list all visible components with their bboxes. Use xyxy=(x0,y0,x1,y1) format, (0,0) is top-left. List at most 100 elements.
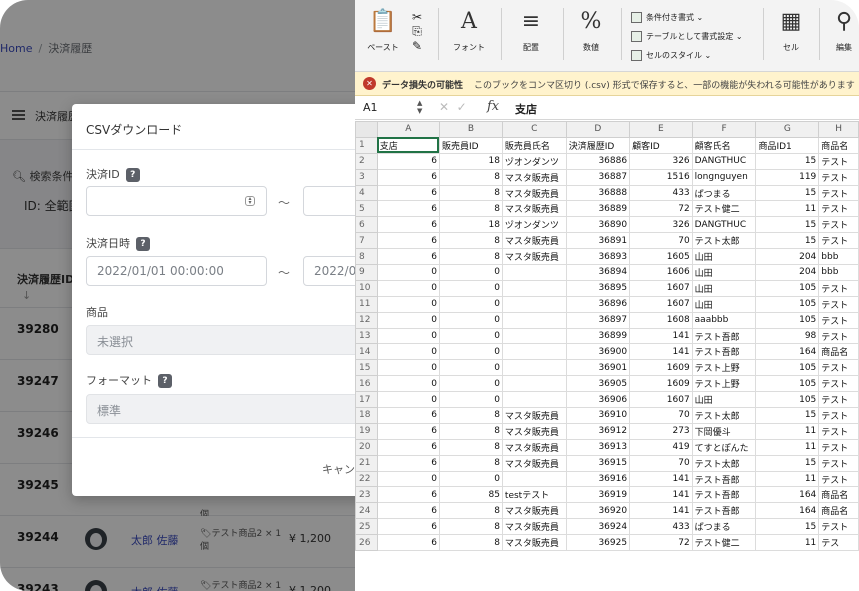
cell[interactable]: 36901 xyxy=(565,359,631,377)
cell[interactable]: ヅオンダンツ xyxy=(501,216,567,234)
cell[interactable]: 8 xyxy=(438,168,503,186)
font-button[interactable]: A フォント xyxy=(447,8,491,53)
cell[interactable]: 72 xyxy=(629,534,693,552)
cell[interactable]: テスト xyxy=(818,295,859,313)
cell[interactable]: 36920 xyxy=(565,502,631,520)
column-header[interactable]: F xyxy=(691,121,757,138)
cell[interactable]: テスト吾郎 xyxy=(691,470,757,488)
alignment-button[interactable]: ≡ 配置 xyxy=(509,8,553,53)
cell[interactable]: 6 xyxy=(376,502,440,520)
cell[interactable]: 1607 xyxy=(629,391,693,409)
row-header[interactable]: 5 xyxy=(355,200,378,218)
cell[interactable] xyxy=(501,359,567,377)
cell[interactable]: 36895 xyxy=(565,279,631,297)
cell[interactable]: ぱつまる xyxy=(691,518,757,536)
number-stepper-icon[interactable]: ▴ ▾ xyxy=(245,196,255,206)
cell[interactable]: 0 xyxy=(438,375,503,393)
cell[interactable]: 36889 xyxy=(565,200,631,218)
cell[interactable]: 0 xyxy=(376,391,440,409)
cell[interactable]: テスト太郎 xyxy=(691,407,757,424)
cut-copy-icons[interactable]: ✂ ⎘ ✎ xyxy=(405,10,429,53)
cell[interactable]: 販売員ID xyxy=(438,136,503,154)
cell[interactable]: 8 xyxy=(438,422,503,440)
cell[interactable]: 11 xyxy=(755,422,820,440)
cell[interactable]: 85 xyxy=(438,486,503,504)
help-icon[interactable]: ? xyxy=(125,168,140,182)
cell[interactable]: 36894 xyxy=(565,264,631,281)
row-header[interactable]: 2 xyxy=(355,152,378,170)
cell[interactable]: 8 xyxy=(438,438,503,456)
cell[interactable]: 36899 xyxy=(565,327,631,345)
row-header[interactable]: 23 xyxy=(355,486,378,504)
cell[interactable] xyxy=(501,375,567,393)
cell[interactable]: マスタ販売員 xyxy=(501,454,567,472)
cell[interactable]: 72 xyxy=(629,200,693,218)
row-header[interactable]: 12 xyxy=(355,311,378,329)
cell[interactable]: テスト xyxy=(818,200,859,218)
cell[interactable]: 顧客氏名 xyxy=(691,136,757,154)
row-header[interactable]: 19 xyxy=(355,422,378,440)
cell[interactable]: 119 xyxy=(755,168,820,186)
cell[interactable]: マスタ販売員 xyxy=(501,200,567,218)
cell[interactable]: 36893 xyxy=(565,248,631,266)
cell[interactable]: 8 xyxy=(438,518,503,536)
cell[interactable]: 0 xyxy=(438,279,503,297)
cell[interactable]: 6 xyxy=(376,232,440,250)
cell[interactable]: 0 xyxy=(376,327,440,345)
cell[interactable]: テスト xyxy=(818,454,859,472)
cell[interactable]: 6 xyxy=(376,438,440,456)
cell[interactable]: マスタ販売員 xyxy=(501,518,567,536)
edit-button[interactable]: ⚲ 編集 xyxy=(829,8,859,53)
cell[interactable]: テスト xyxy=(818,152,859,170)
cell[interactable]: 6 xyxy=(376,216,440,234)
cell[interactable]: 164 xyxy=(755,502,820,520)
cell[interactable]: マスタ販売員 xyxy=(501,407,567,424)
cell[interactable]: 36925 xyxy=(565,534,631,552)
row-header[interactable]: 1 xyxy=(355,136,378,154)
cell[interactable]: 36890 xyxy=(565,216,631,234)
cell[interactable]: 18 xyxy=(438,152,503,170)
cell[interactable]: 15 xyxy=(755,184,820,202)
cell[interactable]: 商品ID1 xyxy=(755,136,820,154)
cell[interactable]: 1607 xyxy=(629,295,693,313)
cell[interactable]: 105 xyxy=(755,359,820,377)
cell[interactable]: 36915 xyxy=(565,454,631,472)
cell[interactable]: 6 xyxy=(376,454,440,472)
cell[interactable]: 141 xyxy=(629,327,693,345)
cell[interactable]: 70 xyxy=(629,232,693,250)
cell[interactable]: 8 xyxy=(438,248,503,266)
row-header[interactable]: 4 xyxy=(355,184,378,202)
cell[interactable]: 15 xyxy=(755,232,820,250)
cell[interactable]: 105 xyxy=(755,311,820,329)
name-box[interactable]: A1 xyxy=(363,101,378,114)
cancel-button[interactable]: キャン xyxy=(322,461,355,477)
cell[interactable]: 商品名 xyxy=(818,343,859,361)
cell[interactable]: マスタ販売員 xyxy=(501,184,567,202)
cell[interactable]: マスタ販売員 xyxy=(501,502,567,520)
cell[interactable] xyxy=(501,279,567,297)
cell[interactable]: 15 xyxy=(755,216,820,234)
copy-icon[interactable]: ⎘ xyxy=(405,24,429,39)
cell[interactable]: テスト吾郎 xyxy=(691,343,757,361)
cell[interactable]: 0 xyxy=(376,264,440,281)
close-icon[interactable]: ✕ xyxy=(363,77,376,90)
cell[interactable]: 8 xyxy=(438,502,503,520)
cell[interactable]: 204 xyxy=(755,248,820,266)
cell[interactable]: 15 xyxy=(755,152,820,170)
cell[interactable]: マスタ販売員 xyxy=(501,422,567,440)
formula-input[interactable]: 支店 xyxy=(515,101,537,117)
cell[interactable]: 0 xyxy=(376,359,440,377)
cell[interactable]: 8 xyxy=(438,407,503,424)
cell[interactable]: 0 xyxy=(438,391,503,409)
cell[interactable]: てすとぽんた xyxy=(691,438,757,456)
cell[interactable]: 36919 xyxy=(565,486,631,504)
row-header[interactable]: 22 xyxy=(355,470,378,488)
cell[interactable]: 36905 xyxy=(565,375,631,393)
column-header[interactable]: H xyxy=(818,121,859,138)
cell[interactable]: 141 xyxy=(629,470,693,488)
cell[interactable]: 6 xyxy=(376,486,440,504)
cell[interactable]: 419 xyxy=(629,438,693,456)
cell[interactable]: 36896 xyxy=(565,295,631,313)
cell[interactable]: 8 xyxy=(438,454,503,472)
cell[interactable]: テスト xyxy=(818,438,859,456)
